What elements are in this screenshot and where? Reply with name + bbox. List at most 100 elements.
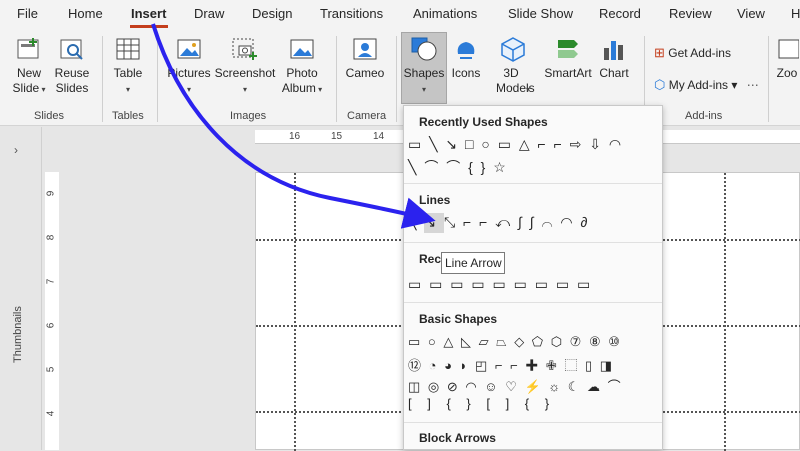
group-label-camera: Camera [347,110,387,122]
new-slide-label: New Slide [12,66,41,95]
get-addins-icon: ⊞ [654,45,665,60]
pictures-icon [177,39,201,59]
cameo-button[interactable]: Cameo [340,36,390,81]
section-title: Block Arrows [419,431,496,445]
screenshot-button[interactable]: Screenshot ▾ [214,36,276,97]
tab-design[interactable]: Design [252,6,292,21]
tab-transitions[interactable]: Transitions [320,6,383,21]
tab-help[interactable]: H [791,6,800,21]
pictures-label: Pictures [167,66,211,80]
cameo-icon [353,38,377,60]
basic-shapes-row[interactable]: [ ] { } [ ] { } [408,396,555,411]
my-addins-label: My Add-ins [668,78,729,92]
table-icon [116,38,140,60]
recent-shapes-row[interactable]: ╲ ⌒ ⌒ { } ☆ [408,157,508,177]
ruler-tick: 6 [45,322,57,329]
photo-album-button[interactable]: Photo Album ▾ [274,36,330,97]
icons-label: Icons [451,66,481,80]
shapes-icon [411,37,437,61]
icons-icon [457,42,475,59]
pictures-button[interactable]: Pictures ▾ [163,36,215,97]
reuse-slides-icon [60,39,83,60]
group-separator [396,36,397,122]
chart-button[interactable]: Chart [594,36,634,81]
zoom-label: Zoo [776,66,798,80]
smartart-button[interactable]: SmartArt [542,36,594,81]
tab-record[interactable]: Record [599,6,641,21]
get-addins-button[interactable]: ⊞ Get Add-ins [654,45,731,61]
ruler-tick: 5 [45,366,57,373]
smartart-icon [558,40,578,58]
tab-view[interactable]: View [737,6,765,21]
table-label: Table [113,66,143,80]
my-addins-icon: ⬡ [654,77,666,92]
zoom-button[interactable]: Zoo [774,36,800,81]
divider [404,183,662,184]
ruler-tick: 4 [45,410,57,417]
lines-row[interactable]: ╲ ↘ ⤡ ⌐ ⌐ ⤺ ∫ ∫ ⌒ ◠ ∂ [408,214,589,231]
tab-home[interactable]: Home [68,6,103,21]
photo-album-label: Photo Album [281,66,318,95]
divider [404,302,662,303]
basic-shapes-row[interactable]: ▭ ○ △ ◺ ▱ ⏢ ◇ ⬠ ⬡ ⑦ ⑧ ⑩ [408,334,622,350]
thumbnails-label: Thumbnails [12,306,24,363]
tooltip: Line Arrow [441,252,505,274]
ribbon-insert: New Slide ▾ Reuse Slides Table ▾ Pictures… [0,30,800,126]
ruler-tick: 16 [289,131,301,142]
active-tab-indicator [130,25,168,28]
smartart-label: SmartArt [544,66,592,80]
section-title: Rec [419,252,442,266]
shapes-gallery: Recently Used Shapes ▭ ╲ ↘ □ ○ ▭ △ ⌐ ⌐ ⇨… [403,105,663,450]
my-addins-button[interactable]: ⬡ My Add-ins ▾ ⋯ [654,77,759,93]
ruler-tick: 9 [45,190,57,197]
basic-shapes-row[interactable]: ⑫ ◔ ◕ ◗ ◰ ⌐ ⌐ ✚ ✙ ⬚ ▯ ◨ [408,355,614,374]
thumbnails-pane: › Thumbnails [0,127,42,450]
table-button[interactable]: Table ▾ [108,36,148,97]
guide-line [724,173,726,451]
group-label-slides: Slides [34,110,64,122]
group-separator [336,36,337,122]
rectangles-row[interactable]: ▭ ▭ ▭ ▭ ▭ ▭ ▭ ▭ ▭ [408,276,592,293]
chart-icon [604,41,623,60]
section-title: Basic Shapes [419,312,498,326]
shapes-label: Shapes [403,66,445,80]
tab-review[interactable]: Review [669,6,712,21]
tab-draw[interactable]: Draw [194,6,224,21]
screenshot-label: Screenshot [214,66,276,80]
ruler-tick: 14 [373,131,385,142]
get-addins-label: Get Add-ins [668,46,731,60]
tab-file[interactable]: File [17,6,38,21]
recent-shapes-row[interactable]: ▭ ╲ ↘ □ ○ ▭ △ ⌐ ⌐ ⇨ ⇩ ◠ [408,136,623,153]
vertical-ruler: 9 8 7 6 5 4 [45,172,59,450]
tab-animations[interactable]: Animations [413,6,477,21]
cube-icon [501,37,525,62]
new-slide-button[interactable]: New Slide ▾ [4,36,54,97]
divider [404,242,662,243]
section-title: Recently Used Shapes [419,115,548,129]
ruler-tick: 8 [45,234,57,241]
ruler-tick: 7 [45,278,57,285]
basic-shapes-row[interactable]: ◫ ◎ ⊘ ◠ ☺ ♡ ⚡ ☼ ☾ ☁ ⌒ [408,376,623,395]
group-label-addins: Add-ins [685,110,723,122]
group-separator [157,36,158,122]
icons-button[interactable]: Icons [448,36,484,81]
reuse-slides-button[interactable]: Reuse Slides [52,36,92,96]
shapes-button[interactable]: Shapes ▾ [401,36,447,97]
group-label-tables: Tables [112,110,144,122]
3d-models-label: 3D Models [495,66,535,95]
chart-label: Chart [599,66,629,80]
new-slide-icon [17,38,39,59]
chevron-right-icon[interactable]: › [14,143,18,157]
zoom-icon [778,39,799,59]
cameo-label: Cameo [345,66,385,80]
guide-line [294,173,296,451]
reuse-slides-label: Reuse Slides [54,66,90,95]
group-separator [768,36,769,122]
more-addins-icon[interactable]: ⋯ [747,78,759,92]
3d-models-button[interactable]: 3D Models▾ [484,36,542,97]
section-title: Lines [419,193,451,207]
divider [404,422,662,423]
screenshot-icon [232,38,257,60]
tab-insert[interactable]: Insert [131,6,166,21]
tab-slide-show[interactable]: Slide Show [508,6,573,21]
